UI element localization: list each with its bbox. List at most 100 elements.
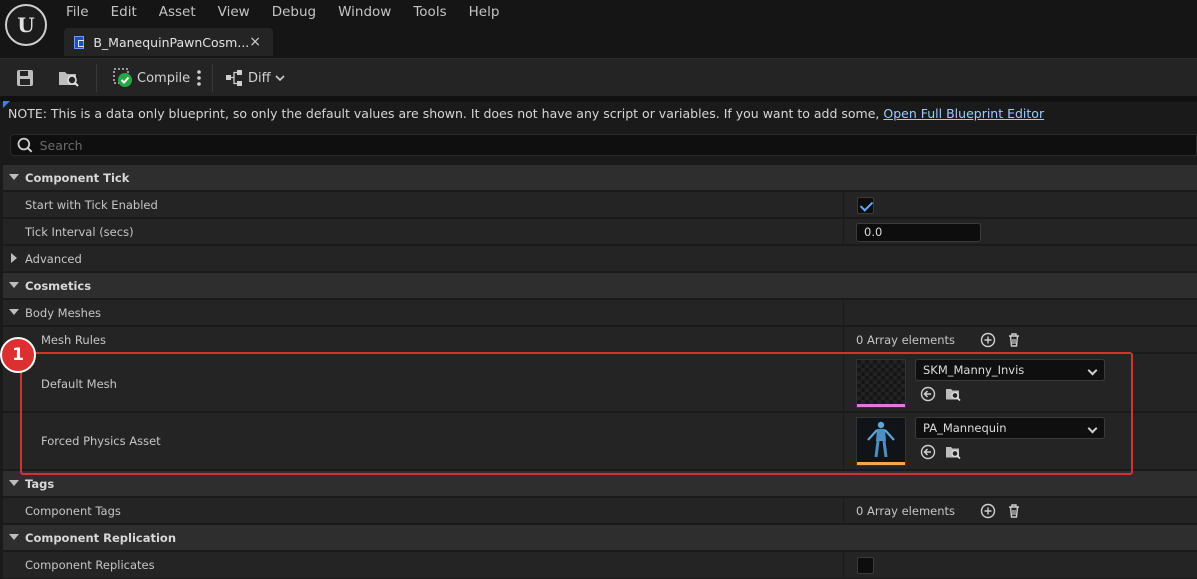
menu-edit[interactable]: Edit <box>100 1 148 21</box>
physics-asset-thumbnail[interactable] <box>856 417 906 466</box>
physics-asset-value: PA_Mannequin <box>923 421 1007 435</box>
open-full-editor-link[interactable]: Open Full Blueprint Editor <box>883 106 1044 121</box>
tick-interval-field[interactable]: 0.0 <box>856 223 981 242</box>
compile-button[interactable]: Compile <box>113 67 190 89</box>
category-label: Tags <box>25 477 55 491</box>
collapsed-arrow-icon <box>11 253 17 263</box>
property-label: Advanced <box>25 252 82 266</box>
asset-type-bar <box>857 404 905 407</box>
add-element-icon[interactable] <box>980 332 996 348</box>
diff-icon <box>226 70 242 86</box>
menu-debug[interactable]: Debug <box>261 1 327 21</box>
column-divider <box>843 300 844 325</box>
chevron-down-icon <box>1087 365 1098 376</box>
array-count: 0 Array elements <box>856 333 956 347</box>
logo-text: U <box>17 13 35 37</box>
column-divider <box>843 354 844 411</box>
add-element-icon[interactable] <box>980 503 996 519</box>
column-divider <box>843 498 844 523</box>
category-label: Component Replication <box>25 531 177 545</box>
category-tags[interactable]: Tags <box>3 471 1197 497</box>
blueprint-icon <box>74 35 85 49</box>
category-cosmetics[interactable]: Cosmetics <box>3 273 1197 299</box>
menu-asset[interactable]: Asset <box>148 1 207 21</box>
menu-help[interactable]: Help <box>458 1 511 21</box>
category-label: Component Tick <box>25 171 130 185</box>
default-mesh-picker[interactable]: SKM_Manny_Invis <box>915 359 1105 381</box>
compile-label: Compile <box>137 70 191 86</box>
property-default-mesh: Default Mesh SKM_Manny_Invis <box>3 354 1197 412</box>
save-icon <box>17 70 33 86</box>
asset-type-bar <box>857 462 905 465</box>
browse-asset-icon[interactable] <box>945 386 961 402</box>
property-body-meshes[interactable]: Body Meshes <box>3 300 1197 326</box>
column-divider <box>843 413 844 469</box>
property-label: Component Replicates <box>25 558 155 572</box>
expand-arrow-icon <box>9 174 19 180</box>
array-count: 0 Array elements <box>856 504 956 518</box>
column-divider <box>843 327 844 352</box>
expand-arrow-icon <box>9 282 19 288</box>
diff-label: Diff <box>248 70 271 86</box>
browse-button[interactable] <box>58 67 80 89</box>
compile-status-icon <box>113 68 132 87</box>
compile-options-button[interactable] <box>195 67 203 89</box>
tab-blueprint[interactable]: B_ManequinPawnCosm... × <box>64 28 273 56</box>
data-only-note: NOTE: This is a data only blueprint, so … <box>8 106 1044 121</box>
component-replicates-checkbox[interactable] <box>857 557 874 574</box>
folder-search-icon <box>59 72 79 87</box>
search-icon <box>17 137 33 153</box>
physics-asset-picker[interactable]: PA_Mannequin <box>915 417 1105 439</box>
column-divider <box>843 192 844 217</box>
property-label: Body Meshes <box>25 306 102 320</box>
menu-file[interactable]: File <box>55 1 100 21</box>
default-mesh-value: SKM_Manny_Invis <box>923 363 1025 377</box>
note-text: NOTE: This is a data only blueprint, so … <box>8 106 880 121</box>
default-mesh-thumbnail[interactable] <box>856 359 906 408</box>
browse-asset-icon[interactable] <box>945 444 961 460</box>
toolbar-divider <box>212 64 213 92</box>
category-component-replication[interactable]: Component Replication <box>3 525 1197 551</box>
trash-icon[interactable] <box>1006 503 1022 519</box>
use-selected-icon[interactable] <box>920 444 936 460</box>
property-start-with-tick: Start with Tick Enabled <box>3 192 1197 218</box>
expand-arrow-icon <box>9 309 19 315</box>
tab-label: B_ManequinPawnCosm... <box>93 34 250 50</box>
property-label: Start with Tick Enabled <box>25 198 158 212</box>
search-input[interactable] <box>35 137 1196 153</box>
property-component-tags: Component Tags 0 Array elements <box>3 498 1197 524</box>
mannequin-figure-icon <box>867 421 895 458</box>
chevron-down-icon <box>275 75 285 82</box>
column-divider <box>843 219 844 244</box>
title-bar: U File Edit Asset View Debug Window Tool… <box>0 0 1197 58</box>
menu-window[interactable]: Window <box>327 1 402 21</box>
property-tick-interval: Tick Interval (secs) 0.0 <box>3 219 1197 245</box>
property-advanced[interactable]: Advanced <box>3 246 1197 272</box>
property-mesh-rules: Mesh Rules 0 Array elements <box>3 327 1197 353</box>
toolbar-divider <box>96 64 97 92</box>
start-with-tick-checkbox[interactable] <box>857 197 874 214</box>
search-box[interactable] <box>10 134 1197 156</box>
more-options-icon <box>197 70 201 86</box>
property-label: Forced Physics Asset <box>41 434 161 448</box>
use-selected-icon[interactable] <box>920 386 936 402</box>
diff-button[interactable]: Diff <box>225 67 286 89</box>
column-divider <box>843 552 844 578</box>
property-label: Mesh Rules <box>41 333 106 347</box>
toolbar: Compile Diff <box>0 58 1197 96</box>
menu-bar: File Edit Asset View Debug Window Tools … <box>55 1 510 21</box>
category-component-tick[interactable]: Component Tick <box>3 165 1197 191</box>
close-icon[interactable]: × <box>249 34 261 50</box>
expand-arrow-icon <box>9 480 19 486</box>
menu-view[interactable]: View <box>207 1 261 21</box>
menu-tools[interactable]: Tools <box>402 1 457 21</box>
expand-arrow-icon <box>9 534 19 540</box>
property-label: Tick Interval (secs) <box>25 225 134 239</box>
property-label: Default Mesh <box>41 377 117 391</box>
save-button[interactable] <box>15 67 35 89</box>
property-label: Component Tags <box>25 504 121 518</box>
unreal-logo[interactable]: U <box>5 4 47 46</box>
property-component-replicates: Component Replicates <box>3 552 1197 579</box>
trash-icon[interactable] <box>1006 332 1022 348</box>
category-label: Cosmetics <box>25 279 92 293</box>
